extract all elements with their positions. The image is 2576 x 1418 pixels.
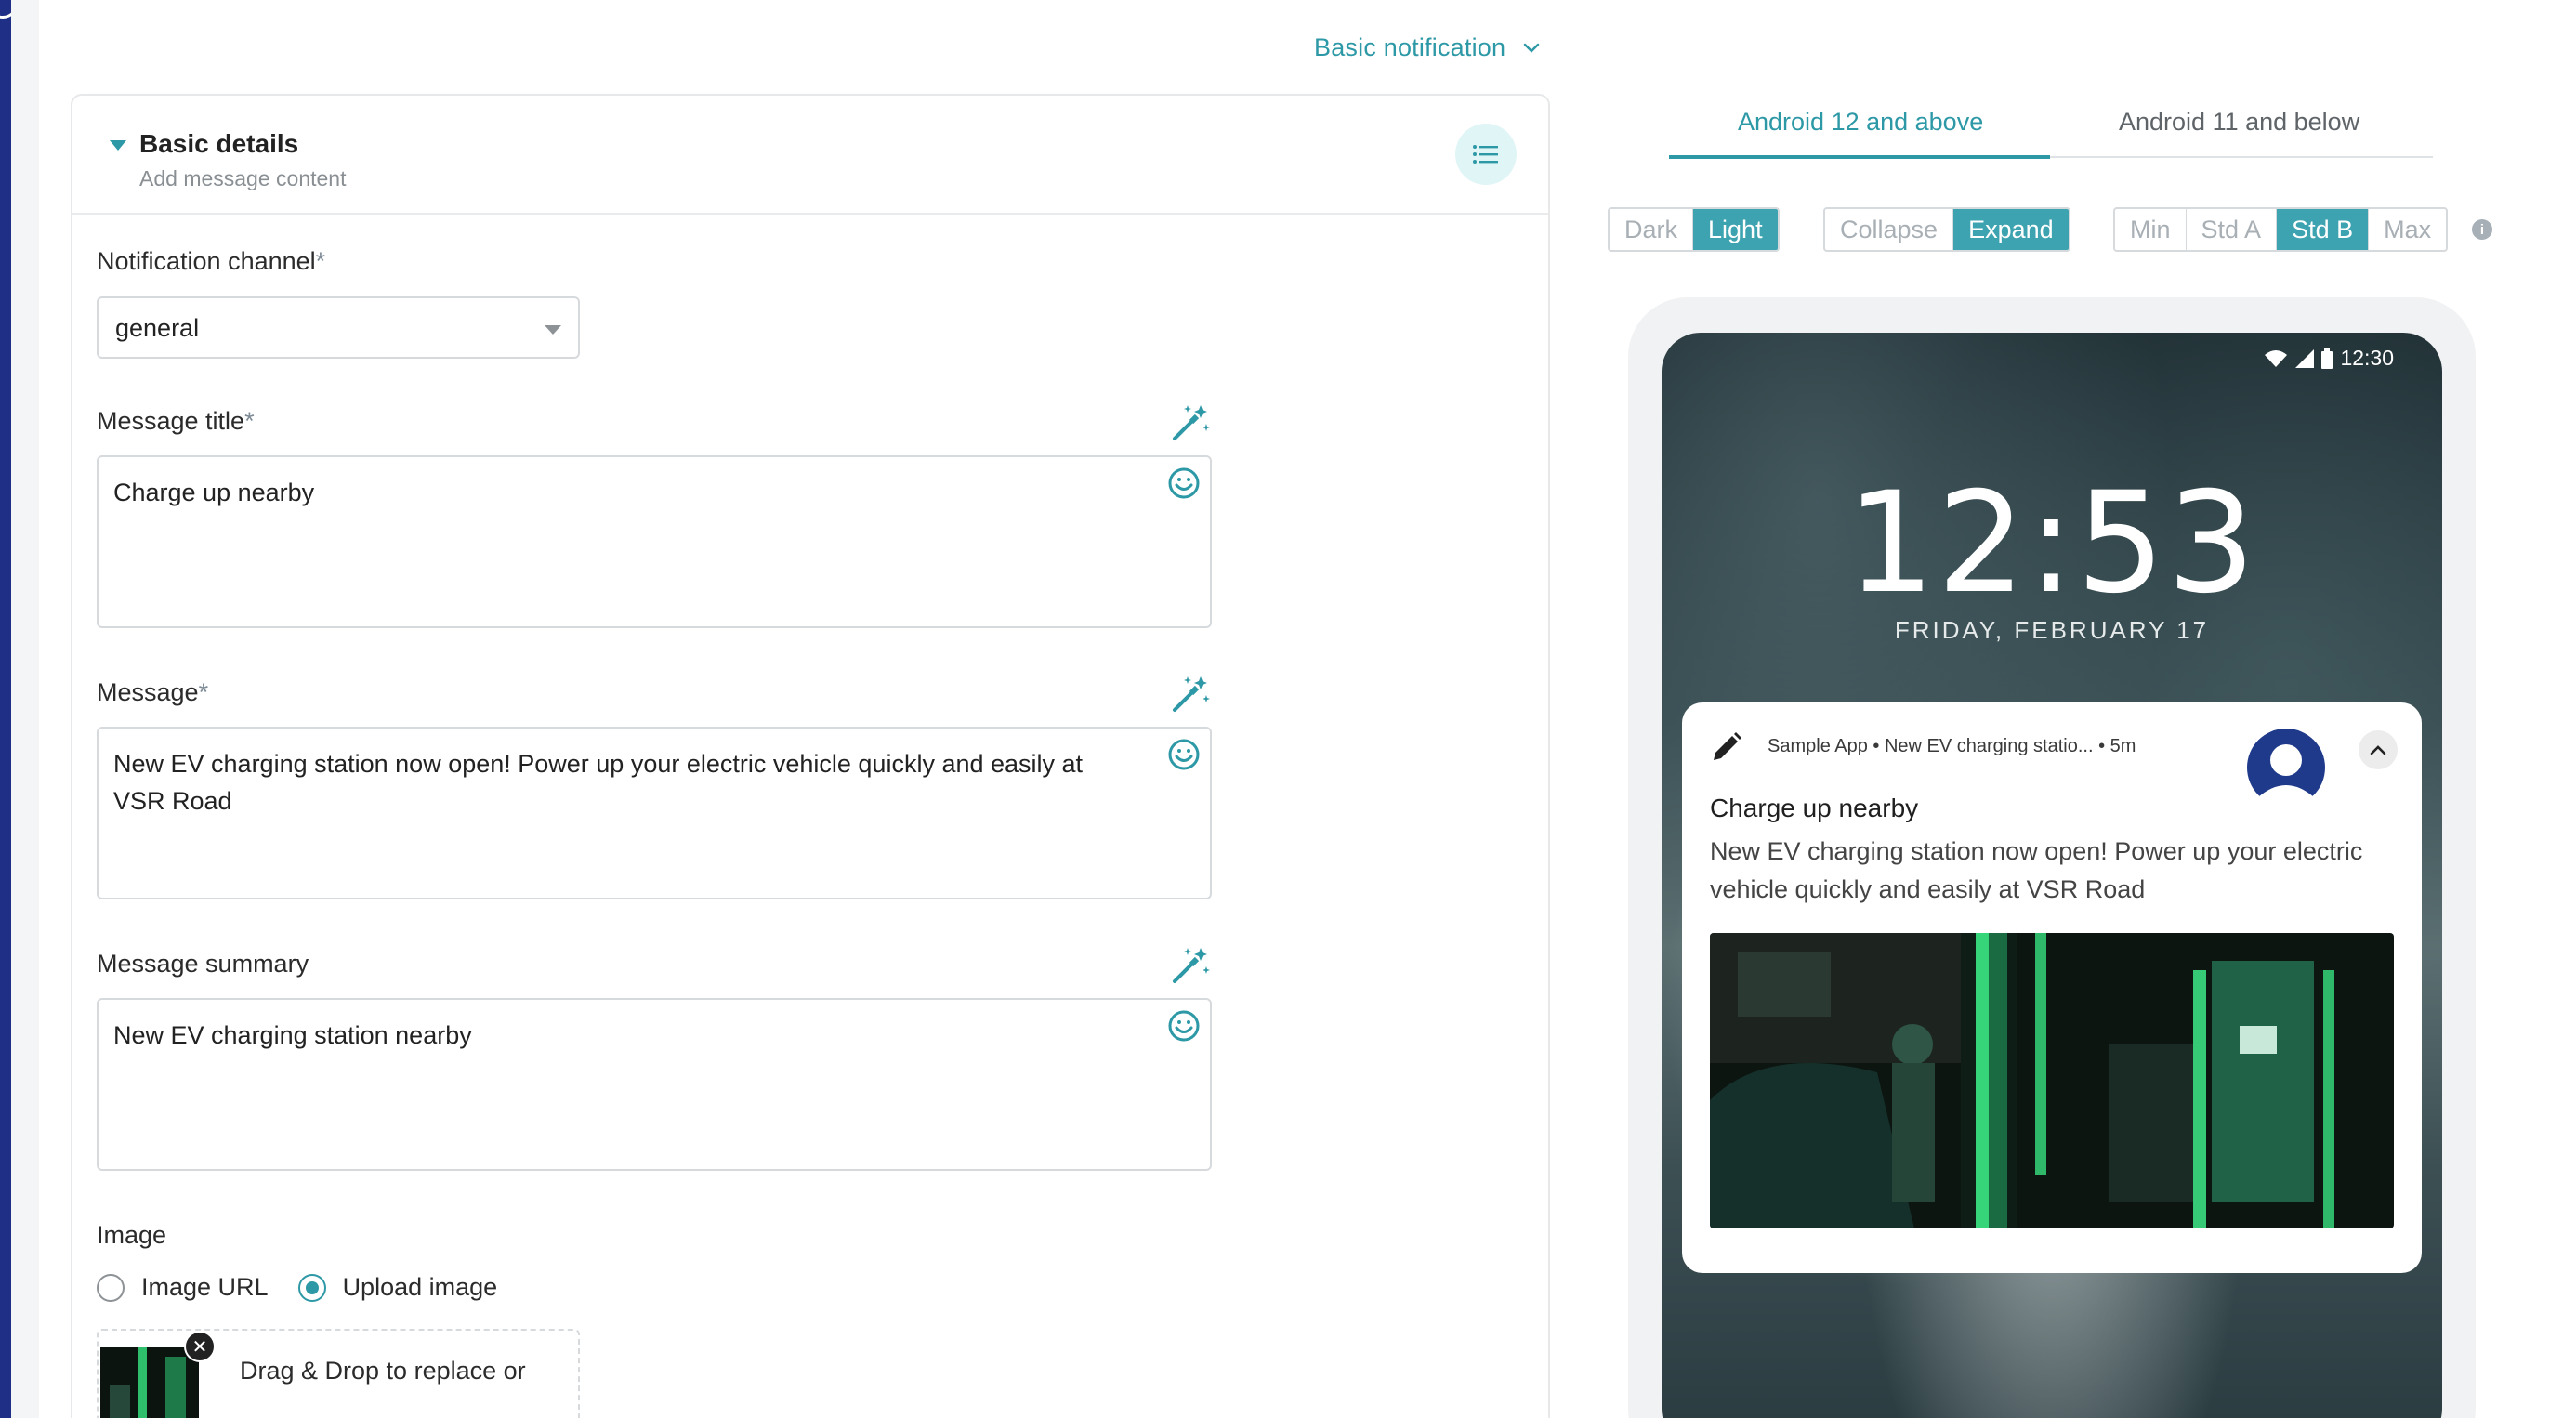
channel-value: general [115, 314, 199, 343]
uploaded-image-thumbnail [100, 1347, 199, 1418]
style-toggle: Min Std A Std B Max [2113, 207, 2448, 252]
size-toggle: Collapse Expand [1823, 207, 2070, 252]
basic-details-header[interactable]: Basic details Add message content [72, 96, 1548, 215]
title-input[interactable]: Charge up nearby [97, 455, 1212, 628]
dropzone-text: Drag & Drop to replace or [240, 1357, 526, 1385]
list-button[interactable] [1455, 124, 1517, 185]
signal-icon [2295, 349, 2314, 368]
chevron-up-icon[interactable] [2359, 730, 2398, 769]
notification-card[interactable]: Sample App • New EV charging statio... •… [1682, 702, 2422, 1273]
close-icon[interactable]: ✕ [184, 1331, 216, 1362]
pencil-icon [1710, 730, 1743, 764]
theme-light-button[interactable]: Light [1693, 209, 1778, 250]
expand-button[interactable]: Expand [1953, 209, 2069, 250]
avatar-icon [2245, 727, 2327, 808]
summary-input[interactable]: New EV charging station nearby [97, 998, 1212, 1171]
style-std-b-button[interactable]: Std B [2277, 209, 2369, 250]
basic-details-subtitle: Add message content [139, 166, 346, 191]
notification-title: Charge up nearby [1710, 794, 1918, 823]
style-min-button[interactable]: Min [2115, 209, 2187, 250]
notification-type-label: Basic notification [1314, 33, 1505, 62]
collapse-caret-icon[interactable] [110, 140, 126, 151]
wifi-icon [2264, 349, 2288, 368]
theme-toggle: Dark Light [1608, 207, 1780, 252]
status-time: 12:30 [2340, 346, 2394, 371]
summary-label: Message summary [97, 950, 309, 978]
message-input[interactable]: New EV charging station now open! Power … [97, 727, 1212, 899]
image-dropzone[interactable]: ✕ Drag & Drop to replace or [97, 1329, 580, 1418]
image-url-radio[interactable] [97, 1274, 125, 1302]
notification-type-dropdown[interactable]: Basic notification [1314, 33, 1541, 62]
magic-wand-icon[interactable] [1169, 673, 1212, 716]
smiley-icon[interactable] [1167, 1009, 1201, 1043]
left-rail [0, 0, 11, 1418]
status-bar: 12:30 [2264, 346, 2394, 371]
phone-screen: 12:30 12:53 FRIDAY, FEBRUARY 17 Sample A… [1662, 333, 2442, 1418]
summary-input-value: New EV charging station nearby [113, 1017, 1126, 1054]
tab-android-12[interactable]: Android 12 and above [1738, 108, 1983, 137]
notification-meta: Sample App • New EV charging statio... •… [1768, 736, 2136, 757]
channel-label: Notification channel* [97, 247, 325, 276]
message-label: Message* [97, 678, 208, 707]
list-icon [1472, 143, 1500, 165]
message-input-value: New EV charging station now open! Power … [113, 745, 1126, 820]
select-caret-icon [545, 325, 561, 335]
collapse-button[interactable]: Collapse [1825, 209, 1953, 250]
tab-android-11[interactable]: Android 11 and below [2119, 108, 2359, 137]
notification-body: New EV charging station now open! Power … [1710, 833, 2398, 909]
style-std-a-button[interactable]: Std A [2187, 209, 2278, 250]
upload-image-radio-label[interactable]: Upload image [343, 1273, 498, 1302]
preview-tabs: Android 12 and above Android 11 and belo… [1669, 104, 2433, 158]
info-icon[interactable]: i [2472, 219, 2492, 240]
notification-image [1710, 933, 2394, 1228]
battery-icon [2321, 348, 2333, 369]
lockscreen-clock: 12:53 [1662, 463, 2442, 624]
image-source-radio-group: Image URL Upload image [97, 1273, 527, 1302]
image-url-radio-label[interactable]: Image URL [141, 1273, 269, 1302]
channel-select[interactable]: general [97, 296, 580, 359]
theme-dark-button[interactable]: Dark [1610, 209, 1693, 250]
side-gutter [11, 0, 39, 1418]
magic-wand-icon[interactable] [1169, 944, 1212, 987]
smiley-icon[interactable] [1167, 738, 1201, 771]
title-input-value: Charge up nearby [113, 474, 1126, 511]
upload-image-radio[interactable] [298, 1274, 326, 1302]
image-label: Image [97, 1221, 166, 1250]
chevron-down-icon [1522, 39, 1541, 58]
active-tab-indicator [1669, 155, 2050, 159]
lockscreen-date: FRIDAY, FEBRUARY 17 [1662, 616, 2442, 645]
style-max-button[interactable]: Max [2369, 209, 2446, 250]
magic-wand-icon[interactable] [1169, 401, 1212, 444]
smiley-icon[interactable] [1167, 466, 1201, 500]
basic-details-title: Basic details [139, 129, 298, 159]
title-label: Message title* [97, 407, 255, 436]
